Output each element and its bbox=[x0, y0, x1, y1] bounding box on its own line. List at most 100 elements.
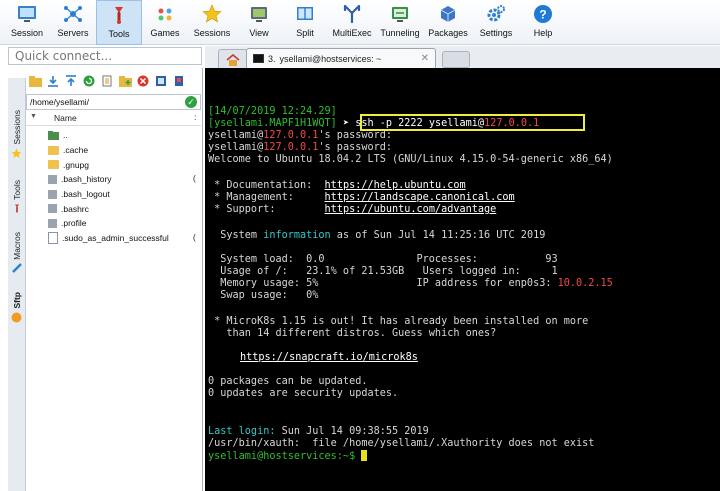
terminal-microk8s-2: than 14 different distros. Guess which o… bbox=[208, 328, 497, 339]
terminal-timestamp: [14/07/2019 12:24.29] bbox=[208, 106, 337, 117]
new-file-icon[interactable] bbox=[100, 74, 114, 88]
column-name: Name bbox=[54, 113, 77, 123]
file-icon bbox=[48, 189, 57, 199]
side-tab-tools[interactable]: Tools bbox=[8, 178, 25, 214]
terminal-swap-line: Swap usage: 0% bbox=[208, 290, 319, 301]
new-tab-button[interactable] bbox=[442, 51, 470, 68]
games-icon bbox=[154, 3, 176, 25]
toolbar-session-button[interactable]: Session bbox=[4, 0, 50, 45]
new-folder-icon[interactable] bbox=[118, 74, 132, 88]
file-icon bbox=[48, 204, 57, 214]
list-item[interactable]: .sudo_as_admin_successful ( bbox=[26, 231, 201, 246]
terminal-sysinfo: System information as of Sun Jul 14 11:2… bbox=[208, 230, 546, 241]
list-item[interactable]: .. bbox=[26, 128, 201, 143]
sftp-browser-panel: /home/ysellami/ ✓ ▼ Name : .. .cache .gn… bbox=[26, 68, 203, 491]
terminal-prompt: ysellami@hostservices:~$ bbox=[208, 450, 368, 463]
list-item[interactable]: .bash_logout bbox=[26, 187, 201, 202]
quick-connect-input[interactable]: Quick connect... bbox=[8, 47, 202, 65]
terminal-snap-link[interactable]: https://snapcraft.io/microk8s bbox=[240, 352, 418, 364]
star-icon bbox=[11, 148, 22, 158]
terminal-updates-1: 0 packages can be updated. bbox=[208, 376, 368, 387]
terminal-support-line: * Support: https://ubuntu.com/advantage bbox=[208, 204, 497, 215]
side-tab-sessions[interactable]: Sessions bbox=[8, 108, 25, 159]
tools-icon bbox=[14, 204, 19, 213]
download-icon[interactable] bbox=[46, 74, 60, 88]
terminal-password-line: ysellami@127.0.0.1's password: bbox=[208, 130, 393, 141]
sftp-file-list: .. .cache .gnupg .bash_history ( .bash_l… bbox=[26, 128, 201, 246]
side-tab-macros[interactable]: Macros bbox=[8, 230, 25, 273]
side-tab-strip: Sessions Tools Macros Sftp bbox=[8, 78, 26, 491]
terminal-command-line: [ysellami.MAPF1H1WQT] ➤ ssh -p 2222 ysel… bbox=[208, 118, 540, 129]
tab-number: 3. bbox=[268, 53, 276, 64]
toolbar-games-button[interactable]: Games bbox=[142, 0, 188, 45]
file-icon bbox=[48, 174, 57, 184]
sftp-path-value: /home/ysellami/ bbox=[30, 97, 90, 107]
list-item[interactable]: .bashrc bbox=[26, 201, 201, 216]
terminal-doc-line: * Documentation: https://help.ubuntu.com bbox=[208, 180, 466, 191]
file-icon bbox=[48, 232, 58, 245]
close-icon[interactable]: ✕ bbox=[421, 53, 429, 64]
list-item[interactable]: .bash_history ( bbox=[26, 172, 201, 187]
home-tab[interactable] bbox=[218, 49, 248, 69]
multiexec-icon bbox=[341, 3, 363, 25]
refresh-icon[interactable] bbox=[82, 74, 96, 88]
terminal-memory-line: Memory usage: 5% IP address for enp0s3: … bbox=[208, 278, 613, 289]
side-tab-sftp[interactable]: Sftp bbox=[8, 290, 25, 323]
terminal-xauth: /usr/bin/xauth: file /home/ysellami/.Xau… bbox=[208, 438, 595, 449]
svg-text:?: ? bbox=[539, 8, 546, 22]
split-icon bbox=[294, 3, 316, 25]
terminal-mgmt-line: * Management: https://landscape.canonica… bbox=[208, 192, 515, 203]
terminal-updates-2: 0 updates are security updates. bbox=[208, 388, 399, 399]
tools-icon bbox=[108, 4, 130, 26]
main-toolbar: Session Servers Tools Games Sessions Vie… bbox=[0, 0, 720, 45]
tab-terminal-session[interactable]: 3. ysellami@hostservices: ~ ✕ bbox=[246, 48, 436, 68]
column-size-divider: : bbox=[194, 112, 197, 122]
terminal-last-login: Last login: Sun Jul 14 09:38:55 2019 bbox=[208, 426, 429, 437]
sftp-column-header[interactable]: ▼ Name : bbox=[26, 112, 201, 126]
terminal-password-line: ysellami@127.0.0.1's password: bbox=[208, 142, 393, 153]
gear-icon bbox=[485, 3, 507, 25]
toolbar-view-button[interactable]: View bbox=[236, 0, 282, 45]
terminal-usage-line: Usage of /: 23.1% of 21.53GB Users logge… bbox=[208, 266, 558, 277]
parent-folder-icon[interactable] bbox=[28, 74, 42, 88]
bookmark-icon[interactable] bbox=[172, 74, 186, 88]
sftp-path-input[interactable]: /home/ysellami/ ✓ bbox=[26, 94, 201, 110]
toolbar-tunneling-button[interactable]: Tunneling bbox=[376, 0, 424, 45]
toolbar-packages-button[interactable]: Packages bbox=[424, 0, 472, 45]
terminal-tab-icon bbox=[253, 54, 264, 63]
sftp-toolbar bbox=[28, 71, 186, 91]
servers-icon bbox=[62, 3, 84, 25]
home-icon bbox=[226, 53, 240, 66]
list-item[interactable]: .cache bbox=[26, 143, 201, 158]
terminal-microk8s-1: * MicroK8s 1.15 is out! It has already b… bbox=[208, 316, 589, 327]
terminal-output[interactable]: [14/07/2019 12:24.29] [ysellami.MAPF1H1W… bbox=[205, 68, 720, 491]
toolbar-multiexec-button[interactable]: MultiExec bbox=[328, 0, 376, 45]
path-ok-icon[interactable]: ✓ bbox=[185, 96, 197, 108]
file-icon bbox=[48, 218, 57, 228]
terminal-welcome: Welcome to Ubuntu 18.04.2 LTS (GNU/Linux… bbox=[208, 154, 613, 165]
parent-folder-icon bbox=[48, 130, 59, 140]
session-icon bbox=[16, 3, 38, 25]
upload-icon[interactable] bbox=[64, 74, 78, 88]
help-icon: ? bbox=[532, 3, 554, 25]
macros-icon bbox=[11, 262, 22, 273]
toolbar-help-button[interactable]: ? Help bbox=[520, 0, 566, 45]
list-item[interactable]: .profile bbox=[26, 216, 201, 231]
tab-label: ysellami@hostservices: ~ bbox=[279, 53, 382, 64]
toolbar-sessions-button[interactable]: Sessions bbox=[188, 0, 236, 45]
session-tab-strip: 3. ysellami@hostservices: ~ ✕ bbox=[205, 46, 720, 69]
tunneling-icon bbox=[389, 3, 411, 25]
properties-icon[interactable] bbox=[154, 74, 168, 88]
sort-arrow-icon: ▼ bbox=[30, 113, 37, 120]
star-icon bbox=[201, 3, 223, 25]
toolbar-split-button[interactable]: Split bbox=[282, 0, 328, 45]
list-item[interactable]: .gnupg bbox=[26, 157, 201, 172]
terminal-load-line: System load: 0.0 Processes: 93 bbox=[208, 254, 558, 265]
folder-icon bbox=[48, 145, 59, 155]
toolbar-servers-button[interactable]: Servers bbox=[50, 0, 96, 45]
delete-icon[interactable] bbox=[136, 74, 150, 88]
packages-icon bbox=[437, 3, 459, 25]
sftp-icon bbox=[11, 312, 22, 322]
toolbar-settings-button[interactable]: Settings bbox=[472, 0, 520, 45]
toolbar-tools-button[interactable]: Tools bbox=[96, 0, 142, 45]
